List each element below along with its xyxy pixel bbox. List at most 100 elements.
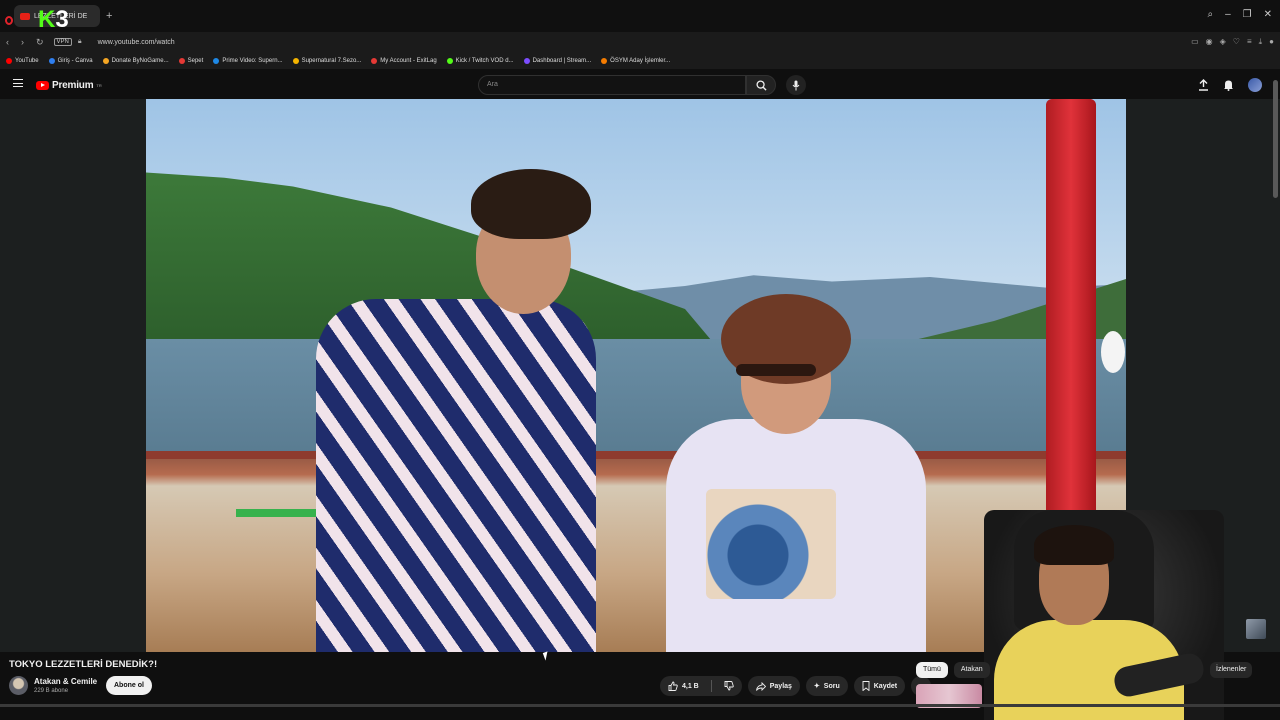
miniplayer-thumbnail[interactable] bbox=[1246, 619, 1266, 639]
youtube-icon bbox=[6, 57, 12, 64]
man-shirt bbox=[316, 299, 596, 652]
bookmark-dashboard[interactable]: Dashboard | Stream... bbox=[523, 57, 592, 64]
download-icon[interactable]: ⤓ bbox=[1259, 37, 1263, 47]
bookmark-sepet[interactable]: Sepet bbox=[178, 57, 204, 64]
new-tab-button[interactable]: + bbox=[106, 10, 112, 22]
video-red-pillar bbox=[1046, 99, 1096, 519]
bookmark-prime-video[interactable]: Prime Video: Supern... bbox=[213, 57, 283, 64]
like-dislike-group: 4,1 B bbox=[660, 676, 742, 696]
browser-tab-strip: LEZZETLERİ DE + ⌕ – ❐ ✕ bbox=[0, 0, 1280, 32]
share-icon bbox=[755, 681, 766, 691]
profile-icon[interactable]: ● bbox=[1269, 37, 1274, 47]
prime-video-icon bbox=[213, 57, 220, 64]
camera-icon[interactable]: ◉ bbox=[1206, 37, 1213, 47]
youtube-region-code: TR bbox=[96, 83, 102, 88]
chip-all[interactable]: Tümü bbox=[916, 662, 948, 678]
sparkle-icon: ✦ bbox=[813, 683, 820, 690]
channel-name[interactable]: Atakan & Cemile bbox=[34, 677, 97, 686]
stream-logo-k: K bbox=[38, 6, 56, 33]
search-button[interactable] bbox=[746, 75, 776, 95]
woman-shirt bbox=[666, 419, 926, 652]
bynogame-icon bbox=[102, 57, 109, 64]
bookmark-youtube[interactable]: YouTube bbox=[6, 57, 39, 64]
address-bar: ‹ › ↻ VPN 🔒︎ www.youtube.com/watch ▭ ◉ ◈… bbox=[0, 32, 1280, 52]
heart-icon[interactable]: ♡ bbox=[1233, 37, 1240, 47]
reload-icon[interactable]: ↻ bbox=[36, 37, 44, 48]
search-icon bbox=[755, 79, 767, 91]
channel-avatar[interactable] bbox=[9, 676, 28, 695]
notifications-bell-icon[interactable] bbox=[1223, 79, 1234, 91]
bookmark-label: Dashboard | Stream... bbox=[532, 57, 592, 64]
bookmark-supernatural[interactable]: Supernatural 7.Sezo... bbox=[292, 57, 362, 64]
bookmark-canva[interactable]: Giriş - Canva bbox=[48, 57, 93, 64]
video-pillar-logo bbox=[1101, 331, 1125, 373]
dislike-button[interactable] bbox=[716, 676, 742, 696]
lock-icon: 🔒︎ bbox=[77, 38, 82, 45]
video-person-woman bbox=[666, 294, 926, 652]
thumbs-down-icon bbox=[724, 681, 734, 691]
restore-icon[interactable]: ❐ bbox=[1243, 9, 1252, 20]
url-field[interactable]: www.youtube.com/watch bbox=[98, 39, 175, 46]
vpn-badge[interactable]: VPN bbox=[53, 38, 72, 46]
bookmark-icon bbox=[862, 681, 870, 691]
opera-logo-icon[interactable] bbox=[5, 16, 13, 25]
bookmark-label: ÖSYM Aday İşlemler... bbox=[610, 57, 671, 64]
cart-icon bbox=[178, 57, 185, 64]
canva-icon bbox=[48, 57, 55, 64]
like-button[interactable]: 4,1 B bbox=[660, 676, 707, 696]
bookmark-label: YouTube bbox=[15, 57, 39, 64]
hamburger-menu-icon[interactable] bbox=[13, 79, 23, 87]
bookmark-label: Supernatural 7.Sezo... bbox=[301, 57, 362, 64]
like-count: 4,1 B bbox=[682, 682, 699, 690]
bookmark-label: Prime Video: Supern... bbox=[222, 57, 283, 64]
pip-icon[interactable]: ▭ bbox=[1191, 37, 1199, 47]
account-avatar[interactable] bbox=[1248, 78, 1262, 92]
ask-label: Soru bbox=[823, 682, 840, 690]
dashboard-icon bbox=[523, 57, 530, 64]
bookmark-kick[interactable]: Kick / Twitch VOD d... bbox=[446, 57, 514, 64]
chip-channel[interactable]: Atakan bbox=[953, 662, 990, 678]
video-deck bbox=[146, 459, 1126, 652]
video-frame bbox=[146, 99, 1126, 652]
voice-search-button[interactable] bbox=[786, 75, 806, 95]
upload-icon[interactable] bbox=[1198, 79, 1209, 91]
ask-button[interactable]: ✦ Soru bbox=[805, 676, 848, 696]
search-input[interactable]: Ara bbox=[478, 75, 746, 95]
window-controls: ⌕ – ❐ ✕ bbox=[1207, 9, 1272, 20]
mouse-cursor-icon bbox=[542, 651, 551, 661]
bookmark-exitlag[interactable]: My Account - ExitLag bbox=[371, 57, 437, 64]
bookmark-label: Donate ByNoGame... bbox=[111, 57, 169, 64]
man-hair bbox=[471, 169, 591, 239]
shield-icon[interactable]: ◈ bbox=[1220, 37, 1226, 47]
youtube-premium-logo[interactable]: Premium TR bbox=[36, 80, 102, 91]
chip-watched[interactable]: İzlenenler bbox=[1210, 662, 1253, 678]
subscribe-button[interactable]: Abone ol bbox=[106, 676, 152, 695]
bookmark-label: Giriş - Canva bbox=[57, 57, 93, 64]
share-button[interactable]: Paylaş bbox=[747, 676, 800, 696]
youtube-play-icon bbox=[36, 81, 49, 90]
streamer-hair bbox=[1034, 525, 1114, 565]
video-title: TOKYO LEZZETLERİ DENEDİK?! bbox=[9, 659, 158, 670]
close-window-icon[interactable]: ✕ bbox=[1264, 9, 1272, 20]
youtube-logo-text: Premium bbox=[52, 80, 94, 91]
save-button[interactable]: Kaydet bbox=[853, 676, 906, 696]
youtube-header: Premium TR Ara bbox=[0, 69, 1280, 99]
forward-icon[interactable]: › bbox=[21, 37, 24, 48]
streamer-webcam bbox=[984, 510, 1224, 720]
minimize-icon[interactable]: – bbox=[1225, 9, 1231, 20]
bookmark-osym[interactable]: ÖSYM Aday İşlemler... bbox=[601, 57, 671, 64]
bookmark-label: Sepet bbox=[187, 57, 204, 64]
search-tabs-icon[interactable]: ⌕ bbox=[1207, 9, 1213, 20]
page-progress-track bbox=[0, 704, 1280, 707]
page-scrollbar[interactable] bbox=[1273, 80, 1278, 198]
menu-icon[interactable]: ≡ bbox=[1247, 37, 1252, 47]
like-divider bbox=[710, 680, 712, 692]
back-icon[interactable]: ‹ bbox=[6, 37, 9, 48]
bookmark-bynogame[interactable]: Donate ByNoGame... bbox=[102, 57, 169, 64]
osym-icon bbox=[601, 57, 608, 64]
share-label: Paylaş bbox=[769, 682, 792, 690]
wave-print bbox=[706, 489, 836, 599]
stream-logo-number: 3 bbox=[55, 6, 69, 33]
bookmarks-bar: YouTube Giriş - Canva Donate ByNoGame...… bbox=[0, 52, 1280, 69]
supernatural-icon bbox=[292, 57, 299, 64]
